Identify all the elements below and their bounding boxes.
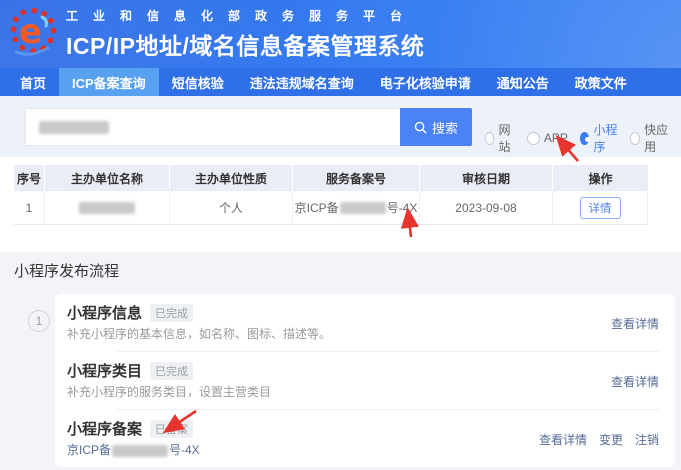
- step-miniprogram-category: 小程序类目 已完成 补充小程序的服务类目，设置主营类目 查看详情: [67, 352, 659, 409]
- step3-license: 京ICP备 号-4X: [67, 443, 200, 457]
- table-row: 1 个人 京ICP备 号-4X 2023-09-08 详情: [14, 191, 648, 225]
- col-org-type: 主办单位性质: [170, 165, 293, 191]
- results-table: 序号 主办单位名称 主办单位性质 服务备案号 审核日期 操作 1 个人 京ICP…: [14, 165, 648, 225]
- icp-beian-page: e 工业和信息化部政务服务平台 ICP/IP地址/域名信息备案管理系统 首页 I…: [0, 0, 681, 470]
- license-prefix: 京ICP备: [295, 199, 339, 216]
- results-section: 序号 主办单位名称 主办单位性质 服务备案号 审核日期 操作 1 个人 京ICP…: [0, 157, 681, 252]
- search-section: 搜索 网站 APP 小程序 快应用: [0, 96, 681, 157]
- nav-tab-sms-verify[interactable]: 短信核验: [159, 68, 237, 96]
- miit-gear-e-logo: e: [8, 6, 60, 62]
- radio-circle-icon: [630, 132, 640, 145]
- step3-license-suffix: 号-4X: [169, 443, 200, 457]
- step2-status-badge: 已完成: [150, 362, 193, 380]
- step3-view-detail-link[interactable]: 查看详情: [539, 431, 587, 457]
- col-license: 服务备案号: [293, 165, 420, 191]
- radio-quickapp-label: 快应用: [644, 121, 669, 155]
- main-nav: 首页 ICP备案查询 短信核验 违法违规域名查询 电子化核验申请 通知公告 政策…: [0, 68, 681, 96]
- cell-org-name: [45, 191, 170, 225]
- step1-title: 小程序信息: [67, 305, 142, 322]
- search-button-label: 搜索: [432, 118, 458, 137]
- col-index: 序号: [14, 165, 45, 191]
- process-title: 小程序发布流程: [14, 260, 681, 281]
- col-action: 操作: [553, 165, 648, 191]
- step1-status-badge: 已完成: [150, 304, 193, 322]
- redacted-query-text: [39, 121, 109, 134]
- radio-miniprogram-label: 小程序: [593, 121, 618, 155]
- nav-tab-icp-query[interactable]: ICP备案查询: [59, 68, 159, 96]
- step-miniprogram-info: 小程序信息 已完成 补充小程序的基本信息，如名称、图标、描述等。 查看详情: [67, 294, 659, 351]
- cell-index: 1: [14, 191, 45, 225]
- radio-selected-icon: [580, 132, 590, 145]
- nav-tab-e-verify-apply[interactable]: 电子化核验申请: [367, 68, 484, 96]
- step-miniprogram-beian: 小程序备案 已备案 京ICP备 号-4X 查看详情 变更 注销: [67, 410, 659, 467]
- platform-title: 工业和信息化部政务服务平台: [66, 7, 424, 24]
- radio-miniprogram[interactable]: 小程序: [580, 121, 619, 155]
- search-button[interactable]: 搜索: [400, 108, 472, 146]
- radio-app[interactable]: APP: [527, 131, 568, 145]
- step1-view-detail-link[interactable]: 查看详情: [611, 315, 659, 341]
- redacted-org-name: [79, 202, 135, 214]
- radio-quickapp[interactable]: 快应用: [630, 121, 669, 155]
- license-suffix: 号-4X: [387, 199, 418, 216]
- type-radio-group: 网站 APP 小程序 快应用: [485, 121, 681, 155]
- step3-license-prefix: 京ICP备: [67, 443, 111, 457]
- process-card: 小程序信息 已完成 补充小程序的基本信息，如名称、图标、描述等。 查看详情 小程…: [55, 294, 675, 467]
- system-title: ICP/IP地址/域名信息备案管理系统: [66, 27, 424, 61]
- step-gutter: 1: [14, 294, 55, 467]
- redacted-step-license-number: [112, 445, 168, 457]
- nav-tab-policy-docs[interactable]: 政策文件: [562, 68, 640, 96]
- cell-license: 京ICP备 号-4X: [293, 191, 420, 225]
- search-input[interactable]: [25, 108, 400, 146]
- search-icon: [414, 121, 427, 134]
- step2-title: 小程序类目: [67, 363, 142, 380]
- step3-title: 小程序备案: [67, 421, 142, 438]
- radio-website-label: 网站: [498, 121, 514, 155]
- header: e 工业和信息化部政务服务平台 ICP/IP地址/域名信息备案管理系统: [0, 0, 681, 68]
- nav-tab-notices[interactable]: 通知公告: [484, 68, 562, 96]
- step2-desc: 补充小程序的服务类目，设置主营类目: [67, 385, 271, 399]
- cell-action: 详情: [553, 191, 648, 225]
- svg-text:e: e: [19, 12, 42, 52]
- radio-app-label: APP: [544, 131, 568, 145]
- cell-review-date: 2023-09-08: [420, 191, 553, 225]
- nav-tab-illegal-domain-query[interactable]: 违法违规域名查询: [237, 68, 367, 96]
- col-review-date: 审核日期: [420, 165, 553, 191]
- step3-cancel-link[interactable]: 注销: [635, 431, 659, 457]
- radio-circle-icon: [485, 132, 494, 145]
- step1-desc: 补充小程序的基本信息，如名称、图标、描述等。: [67, 327, 331, 341]
- col-org-name: 主办单位名称: [45, 165, 170, 191]
- step2-view-detail-link[interactable]: 查看详情: [611, 373, 659, 399]
- radio-circle-icon: [527, 132, 540, 145]
- detail-button[interactable]: 详情: [580, 197, 621, 219]
- cell-org-type: 个人: [170, 191, 293, 225]
- step3-change-link[interactable]: 变更: [599, 431, 623, 457]
- radio-website[interactable]: 网站: [485, 121, 515, 155]
- table-header-row: 序号 主办单位名称 主办单位性质 服务备案号 审核日期 操作: [14, 165, 648, 191]
- step-number-badge: 1: [28, 310, 50, 332]
- process-section: 小程序发布流程 1 小程序信息 已完成 补充小程序的基本信息，如名称、图标、描述…: [0, 252, 681, 467]
- redacted-license-number: [340, 202, 386, 214]
- step3-status-badge: 已备案: [150, 420, 193, 438]
- nav-tab-home[interactable]: 首页: [7, 68, 59, 96]
